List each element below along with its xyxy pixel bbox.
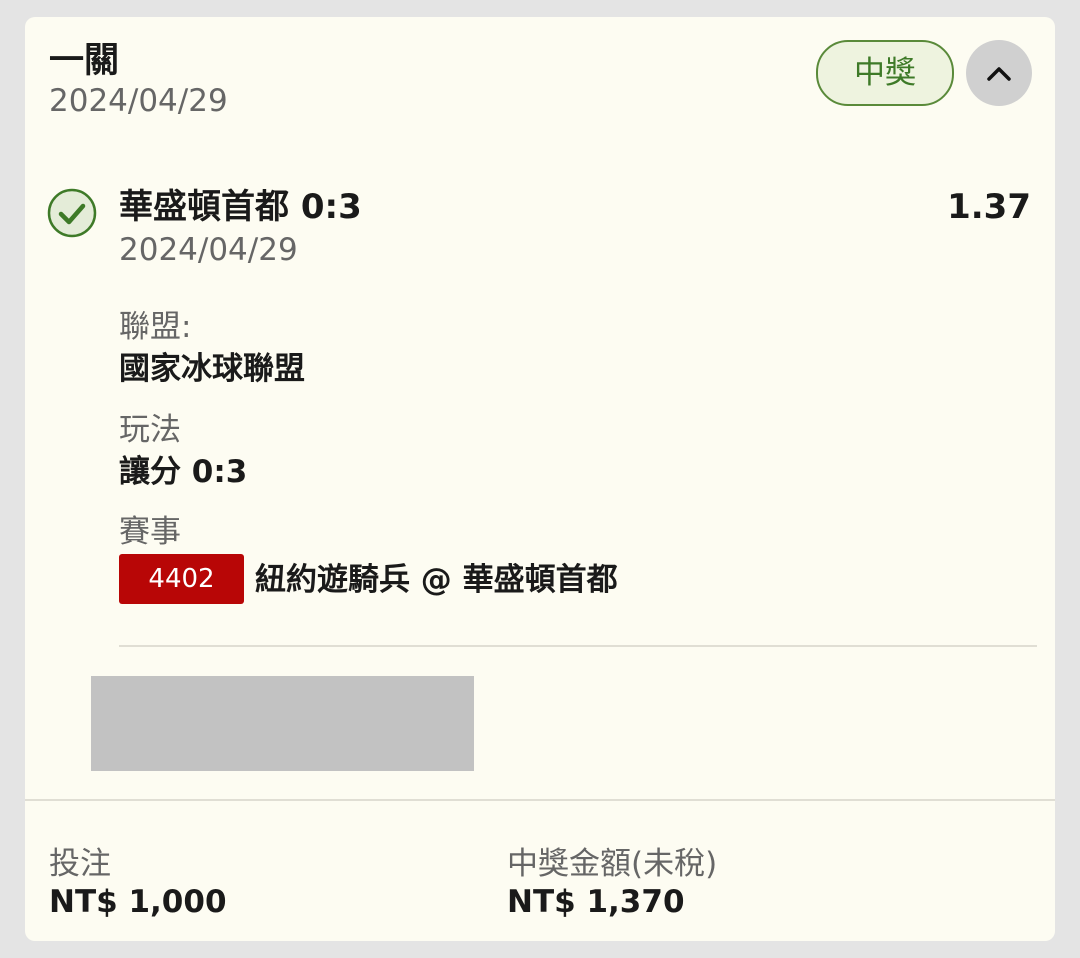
check-circle-icon [47, 188, 97, 238]
redacted-block [91, 676, 474, 771]
stake-value: NT$ 1,000 [49, 884, 227, 920]
payout-value: NT$ 1,370 [507, 884, 685, 920]
footer-divider [25, 799, 1055, 801]
selection-date: 2024/04/29 [119, 232, 298, 268]
chevron-up-icon [987, 67, 1011, 81]
event-code-badge: 4402 [119, 554, 244, 604]
play-value: 讓分 0:3 [119, 454, 248, 490]
win-status-badge: 中獎 [816, 40, 954, 106]
stake-label: 投注 [49, 846, 111, 882]
selection-title: 華盛頓首都 0:3 [119, 187, 362, 227]
event-name: 紐約遊騎兵 @ 華盛頓首都 [255, 562, 618, 598]
divider [119, 645, 1037, 647]
league-label: 聯盟: [119, 309, 192, 345]
collapse-button[interactable] [966, 40, 1032, 106]
league-value: 國家冰球聯盟 [119, 351, 305, 387]
selection-odds: 1.37 [947, 187, 1031, 227]
event-label: 賽事 [119, 514, 181, 550]
play-label: 玩法 [119, 412, 181, 448]
bet-card: 一關 2024/04/29 中獎 華盛頓首都 0:3 1.37 2024/04/… [25, 17, 1055, 941]
bet-date: 2024/04/29 [49, 83, 228, 119]
payout-label: 中獎金額(未稅) [507, 846, 718, 882]
bet-type-title: 一關 [49, 41, 120, 81]
